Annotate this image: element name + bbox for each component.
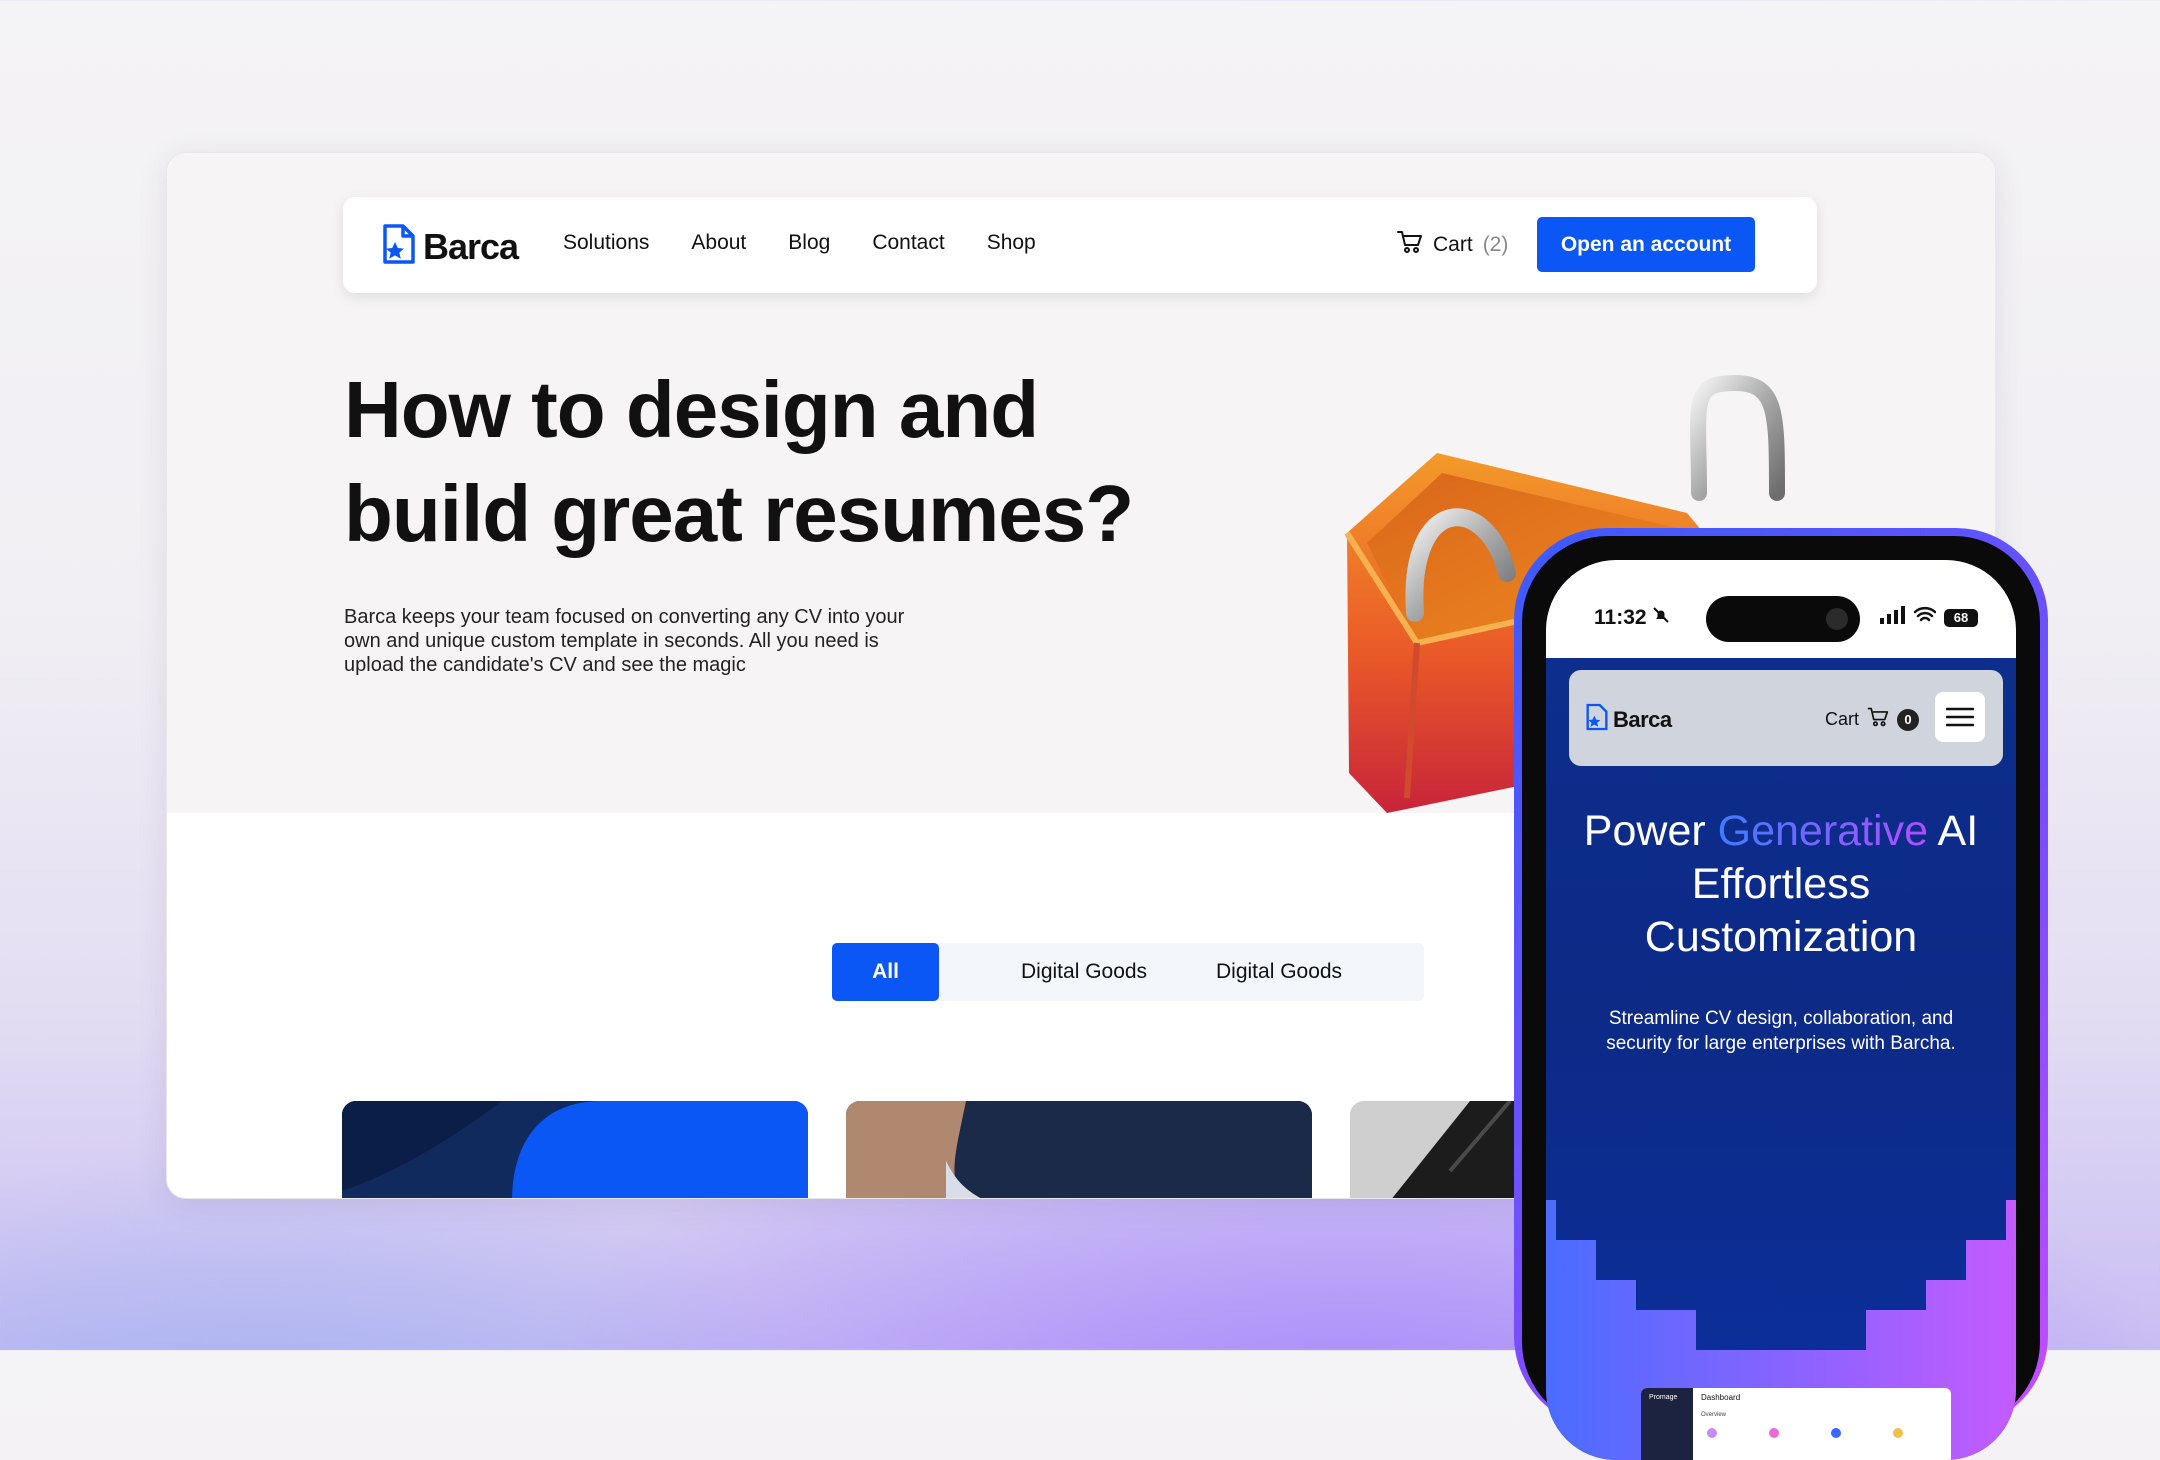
filter-tabs: All Digital Goods Digital Goods <box>832 943 1424 1001</box>
mobile-hero-subtext: Streamline CV design, collaboration, and… <box>1606 1008 1956 1054</box>
mobile-hero-heading: Power Generative AI Effortless Customiza… <box>1546 805 2016 964</box>
mobile-cart-label: Cart <box>1825 709 1860 729</box>
tab-digital-goods-2[interactable]: Digital Goods <box>1216 960 1342 984</box>
card-thumbnail <box>342 1101 808 1198</box>
signal-icon <box>1880 606 1906 629</box>
cart-icon <box>1397 230 1423 260</box>
main-menu: Solutions About Blog Contact Shop <box>563 231 1036 255</box>
dashboard-brand: Promage <box>1649 1394 1678 1401</box>
heading-gradient-word: Generative <box>1717 807 1928 855</box>
barca-logo-icon <box>1585 703 1609 736</box>
heading-line-2: Effortless <box>1691 860 1871 908</box>
nav-link-blog[interactable]: Blog <box>788 231 830 255</box>
heading-post: AI <box>1927 807 1979 855</box>
logo-text: Barca <box>423 225 519 267</box>
mobile-logo[interactable]: Barca <box>1585 703 1672 736</box>
mobile-navbar: Barca Cart 0 <box>1569 670 2003 766</box>
hero-title-line-2: build great resumes? <box>344 469 1134 558</box>
cart-link[interactable]: Cart (2) <box>1397 230 1508 260</box>
heading-pre: Power <box>1583 807 1718 855</box>
status-icons: 68 <box>1880 606 1978 629</box>
phone-bezel: 11:32 68 Barca Cart 0 Power Generative A… <box>1522 536 2040 1460</box>
nav-link-about[interactable]: About <box>691 231 746 255</box>
wifi-icon <box>1913 606 1937 629</box>
barca-logo[interactable]: Barca <box>381 223 519 270</box>
bell-slash-icon <box>1652 606 1670 629</box>
phone-mockup: 11:32 68 Barca Cart 0 Power Generative A… <box>1514 528 2048 1460</box>
dashboard-subtitle: Overview <box>1701 1412 1727 1418</box>
status-time: 11:32 <box>1594 606 1670 630</box>
hero-lead: Barca keeps your team focused on convert… <box>344 606 905 676</box>
card-thumbnail <box>846 1101 1312 1198</box>
status-bar: 11:32 68 <box>1546 560 2016 658</box>
nav-link-contact[interactable]: Contact <box>872 231 944 255</box>
product-card[interactable] <box>342 1101 808 1198</box>
tab-all[interactable]: All <box>832 943 939 1001</box>
dashboard-title: Dashboard <box>1701 1393 1741 1402</box>
barca-logo-icon <box>381 223 417 270</box>
mobile-cart-count: 0 <box>1897 708 1920 731</box>
cart-count: (2) <box>1482 233 1509 256</box>
dashboard-preview: Promage Dashboard Overview <box>1641 1388 1951 1460</box>
hero-title-line-1: How to design and <box>344 365 1039 454</box>
dashboard-sidebar: Promage <box>1641 1388 1693 1460</box>
top-navbar: Barca Solutions About Blog Contact Shop … <box>343 197 1817 293</box>
mobile-logo-text: Barca <box>1613 706 1672 732</box>
battery-icon: 68 <box>1944 608 1978 627</box>
phone-screen: 11:32 68 Barca Cart 0 Power Generative A… <box>1546 560 2016 1460</box>
nav-link-shop[interactable]: Shop <box>987 231 1036 255</box>
product-card[interactable] <box>846 1101 1312 1198</box>
dynamic-island <box>1706 596 1860 642</box>
heading-line-3: Customization <box>1644 913 1918 961</box>
mobile-cart[interactable]: Cart 0 <box>1825 706 1920 733</box>
cart-icon <box>1867 706 1889 733</box>
tab-digital-goods[interactable]: Digital Goods <box>1021 960 1147 984</box>
menu-hamburger-icon[interactable] <box>1935 692 1985 742</box>
cart-label: Cart <box>1433 233 1473 256</box>
nav-link-solutions[interactable]: Solutions <box>563 231 649 255</box>
hero-title: How to design and build great resumes? <box>344 358 1244 566</box>
open-account-button[interactable]: Open an account <box>1537 217 1755 272</box>
